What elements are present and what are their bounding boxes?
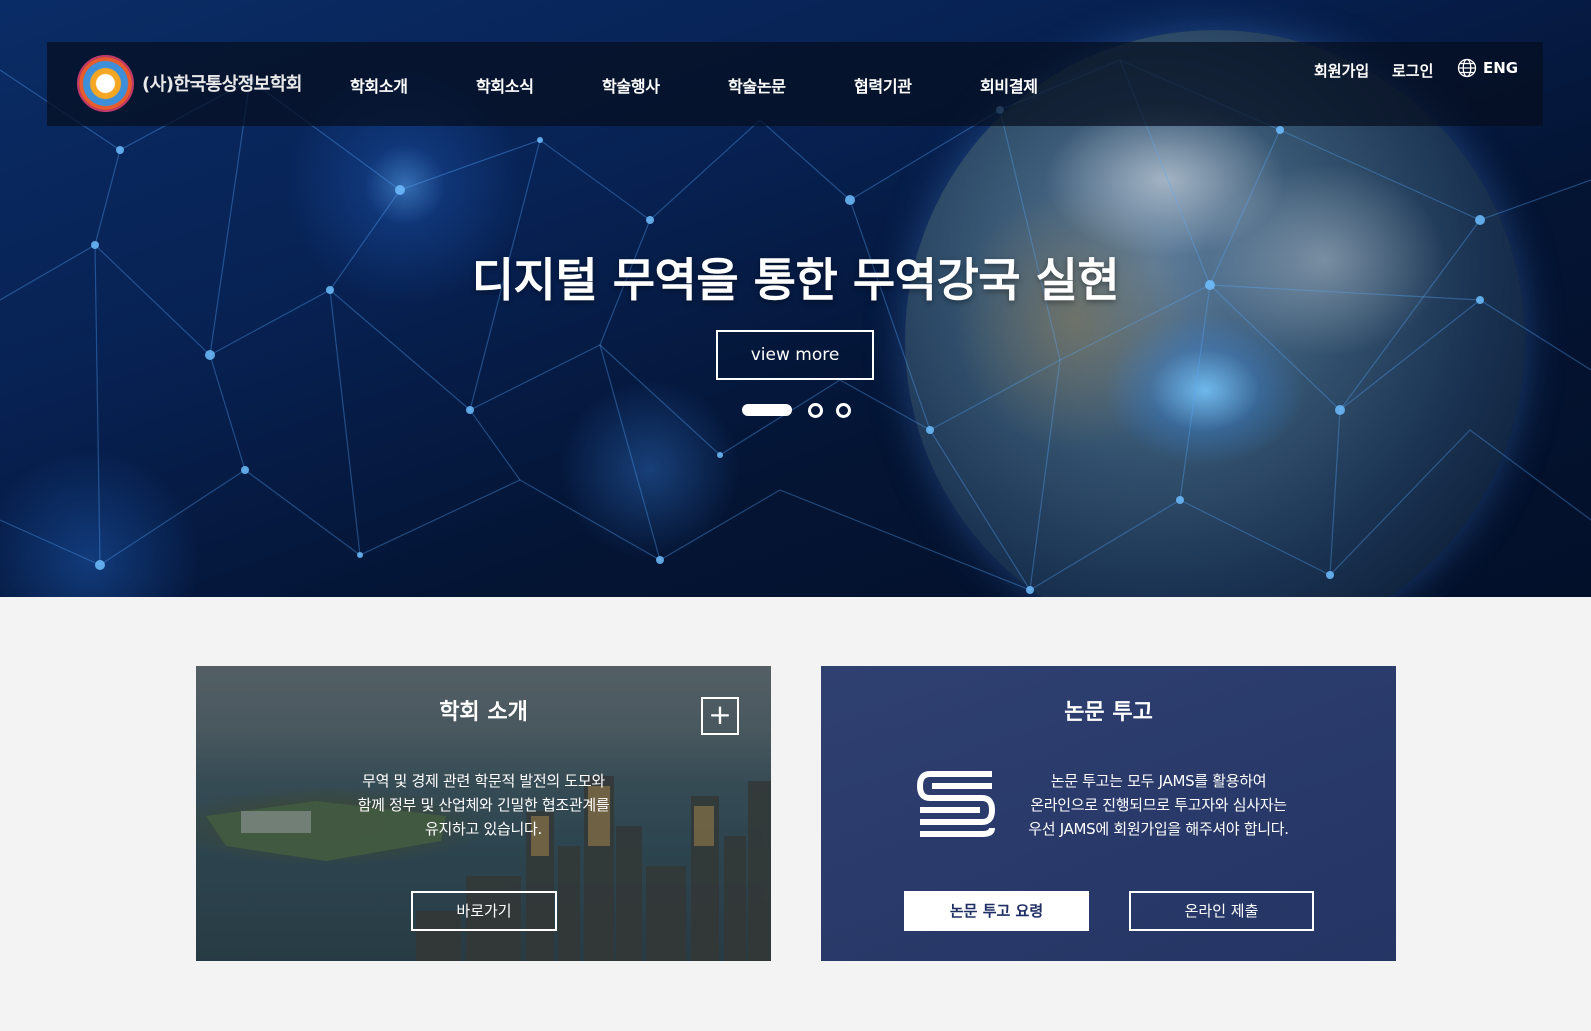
submission-card: 논문 투고 논문 투고는 모두 JAMS를 활용하여 온라인으로 진행되므로 투…	[821, 666, 1396, 961]
submission-desc-line-2: 온라인으로 진행되므로 투고자와 심사자는	[1030, 796, 1287, 814]
submission-desc-line-3: 우선 JAMS에 회원가입을 해주셔야 합니다.	[1028, 820, 1289, 838]
hero-banner: (사)한국통상정보학회 학회소개 학회소식 학술행사 학술논문 협력기관 회비결…	[0, 0, 1591, 597]
language-label: ENG	[1483, 59, 1519, 77]
nav-item-events[interactable]: 학술행사	[602, 73, 728, 97]
submission-card-description: 논문 투고는 모두 JAMS를 활용하여 온라인으로 진행되므로 투고자와 심사…	[1016, 769, 1301, 841]
slide-dot-3[interactable]	[836, 402, 851, 418]
nav-item-fee-payment[interactable]: 회비결제	[980, 73, 1106, 97]
top-navbar: (사)한국통상정보학회 학회소개 학회소식 학술행사 학술논문 협력기관 회비결…	[47, 42, 1543, 126]
view-more-button[interactable]: view more	[716, 330, 874, 380]
online-submit-button[interactable]: 온라인 제출	[1129, 891, 1314, 931]
submission-desc-line-1: 논문 투고는 모두 JAMS를 활용하여	[1050, 772, 1267, 790]
about-desc-line-2: 함께 정부 및 산업체와 긴밀한 협조관계를	[357, 796, 610, 814]
submission-card-title: 논문 투고	[1064, 700, 1153, 725]
about-desc-line-3: 유지하고 있습니다.	[425, 820, 542, 838]
site-logo-text[interactable]: (사)한국통상정보학회	[142, 70, 303, 96]
about-card-title: 학회 소개	[439, 700, 528, 725]
about-desc-line-1: 무역 및 경제 관련 학문적 발전의 도모와	[362, 772, 605, 790]
jams-s-icon	[917, 771, 995, 837]
about-card: 학회 소개 + 무역 및 경제 관련 학문적 발전의 도모와 함께 정부 및 산…	[196, 666, 771, 961]
slide-dot-2[interactable]	[808, 402, 823, 418]
language-switch[interactable]: ENG	[1457, 58, 1518, 78]
plus-icon[interactable]: +	[701, 697, 739, 735]
about-card-description: 무역 및 경제 관련 학문적 발전의 도모와 함께 정부 및 산업체와 긴밀한 …	[196, 769, 771, 841]
nav-item-papers[interactable]: 학술논문	[728, 73, 854, 97]
signup-link[interactable]: 회원가입	[1314, 60, 1369, 81]
login-link[interactable]: 로그인	[1392, 60, 1433, 81]
globe-icon	[1457, 58, 1477, 78]
main-nav: 학회소개 학회소식 학술행사 학술논문 협력기관 회비결제	[350, 73, 1106, 97]
slider-pagination	[742, 402, 851, 418]
nav-item-news[interactable]: 학회소식	[476, 73, 602, 97]
about-goto-button[interactable]: 바로가기	[411, 891, 557, 931]
nav-item-partners[interactable]: 협력기관	[854, 73, 980, 97]
slide-dot-1-active[interactable]	[742, 404, 792, 416]
submission-guide-button[interactable]: 논문 투고 요령	[904, 891, 1089, 931]
society-emblem-icon[interactable]	[77, 55, 134, 112]
nav-item-about[interactable]: 학회소개	[350, 73, 476, 97]
hero-title: 디지털 무역을 통한 무역강국 실현	[471, 253, 1120, 307]
